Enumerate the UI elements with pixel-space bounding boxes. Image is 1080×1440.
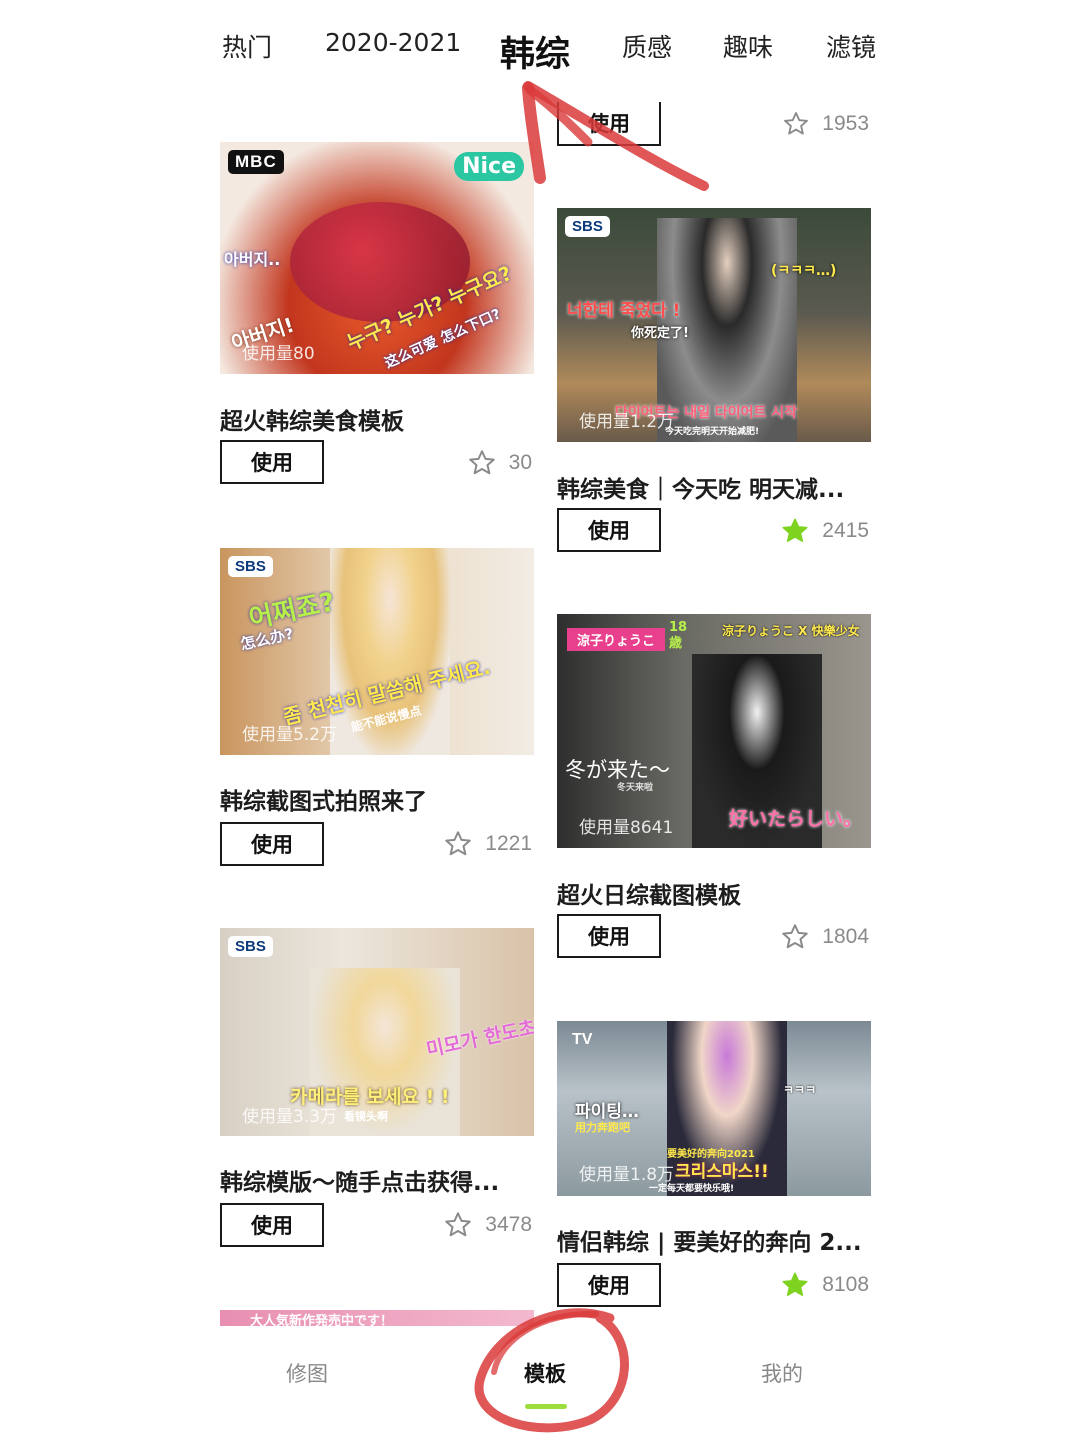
template-title[interactable]: 超火韩综美食模板 bbox=[220, 402, 534, 436]
mbc-logo: MBC bbox=[228, 150, 284, 174]
favorite-count[interactable]: 1221 bbox=[443, 829, 532, 859]
usage-count: 使用量8641 bbox=[579, 818, 674, 838]
template-card[interactable]: SBS 미모가 한도초과 카메라를 보세요 ! ! 看镜头啊 使用量3.3万 韩… bbox=[220, 928, 534, 1258]
overlay-caption: (ㅋㅋㅋ…) bbox=[771, 263, 837, 279]
overlay-caption: 你死定了! bbox=[631, 326, 689, 341]
overlay-caption: 好いたらしい。 bbox=[729, 808, 863, 830]
star-filled-icon bbox=[780, 516, 810, 546]
usage-count: 使用量80 bbox=[242, 344, 315, 364]
tab-hot[interactable]: 热门 bbox=[222, 28, 272, 64]
sbs-logo: SBS bbox=[228, 556, 273, 577]
template-card-partial: 使用 1953 bbox=[557, 100, 871, 150]
template-card[interactable]: 涼子りょうこ 18歳 涼子りょうこ X 快樂少女 冬が来た～ 冬天来啦 好いたら… bbox=[557, 614, 871, 959]
nice-sticker: Nice bbox=[454, 152, 524, 181]
sbs-logo: SBS bbox=[228, 936, 273, 957]
overlay-caption: 너한테 죽었다 ! bbox=[567, 301, 681, 321]
template-title[interactable]: 超火日综截图模板 bbox=[557, 876, 871, 910]
tab-korean-variety[interactable]: 韩综 bbox=[500, 26, 570, 77]
use-button[interactable]: 使用 bbox=[220, 822, 324, 866]
template-thumbnail[interactable]: SBS 어쩌죠? 怎么办? 좀 천천히 말씀해 주세요. 能不能说慢点 使用量5… bbox=[220, 548, 534, 755]
favorite-count-value: 30 bbox=[508, 451, 532, 474]
use-button[interactable]: 使用 bbox=[220, 1203, 324, 1247]
template-thumbnail[interactable]: SBS 미모가 한도초과 카메라를 보세요 ! ! 看镜头啊 使用量3.3万 bbox=[220, 928, 534, 1136]
tab-fun[interactable]: 趣味 bbox=[723, 28, 773, 64]
overlay-caption: 크리스마스!! bbox=[675, 1162, 769, 1182]
tab-texture[interactable]: 质感 bbox=[622, 28, 672, 64]
favorite-count-value: 8108 bbox=[822, 1273, 869, 1296]
use-button[interactable]: 使用 bbox=[557, 1263, 661, 1307]
favorite-count[interactable]: 3478 bbox=[443, 1210, 532, 1240]
nav-edit-photo[interactable]: 修图 bbox=[286, 1358, 328, 1388]
overlay-caption: 今天吃完明天开始减肥! bbox=[665, 427, 760, 437]
star-outline-icon bbox=[780, 922, 810, 952]
template-thumbnail[interactable]: TV 파이팅… 用力奔跑吧 ㅋㅋㅋ 要美好的奔向2021 크리스마스!! 一定每… bbox=[557, 1021, 871, 1196]
overlay-caption: 冬天来啦 bbox=[617, 783, 654, 793]
nav-mine[interactable]: 我的 bbox=[761, 1358, 803, 1388]
usage-count: 使用量5.2万 bbox=[242, 725, 338, 745]
active-tab-indicator bbox=[525, 1404, 567, 1409]
overlay-caption: 大人気新作発売中です！ bbox=[250, 1314, 394, 1326]
favorite-count[interactable]: 1804 bbox=[780, 922, 869, 952]
overlay-caption: 18歳 bbox=[669, 620, 688, 651]
favorite-count[interactable]: 30 bbox=[467, 448, 532, 478]
nav-templates[interactable]: 模板 bbox=[524, 1358, 566, 1388]
sbs-logo: SBS bbox=[565, 216, 610, 237]
template-title[interactable]: 韩综截图式拍照来了 bbox=[220, 782, 534, 816]
favorite-count[interactable]: 1953 bbox=[782, 110, 869, 138]
overlay-caption: 用力奔跑吧 bbox=[575, 1121, 630, 1134]
template-card[interactable]: SBS (ㅋㅋㅋ…) 너한테 죽었다 ! 你死定了! 다이어트는 내일 다이어트… bbox=[557, 208, 871, 553]
usage-count: 使用量1.2万 bbox=[579, 412, 675, 432]
template-title[interactable]: 情侣韩综 | 要美好的奔向 2... bbox=[557, 1223, 871, 1257]
favorite-count[interactable]: 8108 bbox=[780, 1270, 869, 1300]
star-outline-icon bbox=[443, 1210, 473, 1240]
template-card[interactable]: MBC Nice 아버지.. 누구? 누가? 누구요? 这么可爱 怎么下口? 아… bbox=[220, 142, 534, 492]
use-button[interactable]: 使用 bbox=[557, 914, 661, 958]
star-outline-icon bbox=[467, 448, 497, 478]
favorite-count-value: 1804 bbox=[822, 925, 869, 948]
tab-filter[interactable]: 滤镜 bbox=[826, 28, 876, 64]
star-filled-icon bbox=[780, 1270, 810, 1300]
star-outline-icon bbox=[443, 829, 473, 859]
tab-2020-2021[interactable]: 2020-2021 bbox=[325, 28, 461, 57]
use-button[interactable]: 使用 bbox=[557, 102, 661, 146]
favorite-count-value: 1221 bbox=[485, 832, 532, 855]
overlay-caption: 看镜头啊 bbox=[344, 1110, 388, 1123]
overlay-caption: 涼子りょうこ X 快樂少女 bbox=[722, 624, 860, 638]
category-tab-bar: 热门 2020-2021 韩综 质感 趣味 滤镜 bbox=[0, 0, 1080, 100]
use-button[interactable]: 使用 bbox=[220, 440, 324, 484]
usage-count: 使用量1.8万 bbox=[579, 1165, 675, 1185]
star-outline-icon bbox=[782, 110, 810, 138]
favorite-count[interactable]: 2415 bbox=[780, 516, 869, 546]
template-thumbnail-peek[interactable]: 大人気新作発売中です！ bbox=[220, 1310, 534, 1326]
overlay-caption: 아버지.. bbox=[224, 250, 281, 269]
template-thumbnail[interactable]: 涼子りょうこ 18歳 涼子りょうこ X 快樂少女 冬が来た～ 冬天来啦 好いたら… bbox=[557, 614, 871, 848]
template-thumbnail[interactable]: MBC Nice 아버지.. 누구? 누가? 누구요? 这么可爱 怎么下口? 아… bbox=[220, 142, 534, 374]
tv-logo: TV bbox=[572, 1031, 593, 1048]
red-annotation-marks bbox=[474, 81, 709, 1433]
overlay-caption: 怎么办? bbox=[238, 624, 296, 654]
overlay-caption: ㅋㅋㅋ bbox=[783, 1083, 817, 1097]
usage-count: 使用量3.3万 bbox=[242, 1107, 338, 1127]
template-title[interactable]: 韩综美食｜今天吃 明天减... bbox=[557, 470, 871, 504]
template-thumbnail[interactable]: SBS (ㅋㅋㅋ…) 너한테 죽었다 ! 你死定了! 다이어트는 내일 다이어트… bbox=[557, 208, 871, 442]
overlay-caption: 涼子りょうこ bbox=[567, 628, 666, 651]
template-card[interactable]: SBS 어쩌죠? 怎么办? 좀 천천히 말씀해 주세요. 能不能说慢点 使用量5… bbox=[220, 548, 534, 878]
use-button[interactable]: 使用 bbox=[557, 508, 661, 552]
template-card[interactable]: TV 파이팅… 用力奔跑吧 ㅋㅋㅋ 要美好的奔向2021 크리스마스!! 一定每… bbox=[557, 1021, 871, 1311]
template-title[interactable]: 韩综模版～随手点击获得... bbox=[220, 1163, 534, 1197]
favorite-count-value: 1953 bbox=[822, 112, 869, 135]
favorite-count-value: 3478 bbox=[485, 1213, 532, 1236]
bottom-navigation: 修图 模板 我的 bbox=[0, 1326, 1080, 1440]
favorite-count-value: 2415 bbox=[822, 519, 869, 542]
